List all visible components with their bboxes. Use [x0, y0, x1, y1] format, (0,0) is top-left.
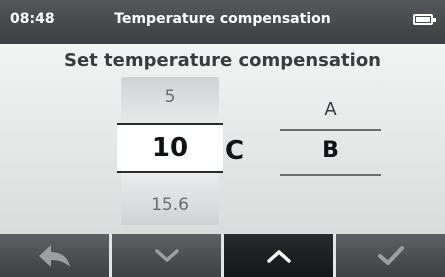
checkmark-icon [377, 245, 404, 265]
main-content: Set temperature compensation 5 10 15.6 C… [0, 44, 445, 234]
battery-full-icon [413, 14, 436, 25]
softkey-bar [0, 234, 445, 277]
mode-option-b[interactable]: B [280, 138, 381, 176]
picker-previous-value[interactable]: 5 [121, 87, 219, 107]
temperature-unit: C [225, 136, 245, 166]
chevron-down-icon [154, 248, 179, 262]
status-bar: 08:48 Temperature compensation [0, 0, 445, 44]
back-arrow-icon [38, 244, 70, 267]
page-heading: Set temperature compensation [63, 50, 381, 71]
chevron-up-icon [266, 249, 291, 263]
screen-title: Temperature compensation [114, 11, 331, 27]
mode-option-a[interactable]: A [280, 94, 381, 131]
scroll-down-button[interactable] [112, 234, 221, 277]
temperature-value-picker[interactable]: 5 10 15.6 [117, 77, 223, 225]
confirm-button[interactable] [336, 234, 445, 277]
picker-selected-value[interactable]: 10 [117, 123, 223, 173]
back-button[interactable] [0, 234, 109, 277]
scroll-up-button[interactable] [224, 234, 333, 277]
picker-next-value[interactable]: 15.6 [121, 195, 219, 215]
